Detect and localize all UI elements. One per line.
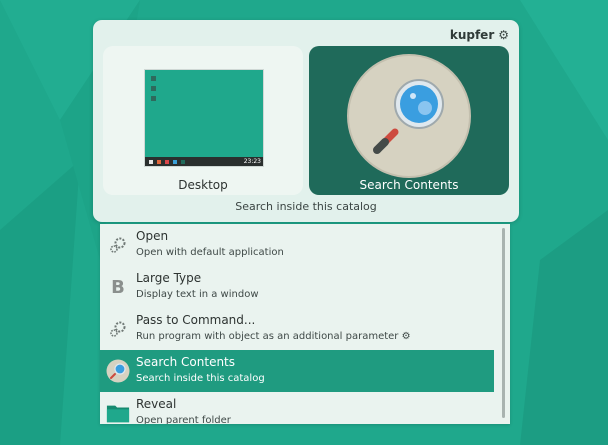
- app-brand: kupfer ⚙: [450, 28, 509, 42]
- list-item-title: Search Contents: [136, 355, 236, 369]
- bold-b-icon: B: [111, 276, 125, 298]
- list-item-title: Reveal: [136, 397, 177, 411]
- thumb-taskbar-icon: [149, 160, 153, 164]
- list-item-description: Open with default application: [136, 247, 284, 258]
- object-pane[interactable]: 23:23 Desktop: [103, 46, 303, 195]
- action-label: Search Contents: [359, 178, 459, 192]
- gear-icon[interactable]: ⚙: [498, 28, 509, 42]
- list-item-description: Display text in a window: [136, 289, 259, 300]
- list-item-description: Search inside this catalog: [136, 373, 265, 384]
- thumb-desktop-icon: [151, 96, 156, 101]
- thumb-desktop-icon: [151, 86, 156, 91]
- list-item-title: Pass to Command...: [136, 313, 256, 327]
- list-item-open[interactable]: Open Open with default application: [100, 224, 494, 266]
- folder-icon: [106, 401, 130, 424]
- list-item-description: Run program with object as an additional…: [136, 331, 411, 342]
- list-item-pass-to-command[interactable]: Pass to Command... Run program with obje…: [100, 308, 494, 350]
- gears-icon: [106, 233, 130, 257]
- magnifier-icon: [106, 359, 130, 383]
- desktop-thumbnail-icon: 23:23: [144, 69, 264, 167]
- action-list[interactable]: Open Open with default application B Lar…: [100, 224, 510, 424]
- thumb-taskbar-icon: [157, 160, 161, 164]
- selection-description: Search inside this catalog: [235, 200, 377, 213]
- list-item-large-type[interactable]: B Large Type Display text in a window: [100, 266, 494, 308]
- list-item-title: Large Type: [136, 271, 202, 285]
- thumb-taskbar-icon: [181, 160, 185, 164]
- thumb-taskbar-icon: [173, 160, 177, 164]
- magnifier-icon: [347, 54, 471, 178]
- object-label: Desktop: [178, 178, 228, 192]
- thumb-taskbar-icon: [165, 160, 169, 164]
- list-item-reveal[interactable]: Reveal Open parent folder: [100, 392, 494, 424]
- list-item-search-contents[interactable]: Search Contents Search inside this catal…: [100, 350, 494, 392]
- list-item-description: Open parent folder: [136, 415, 231, 424]
- action-pane[interactable]: Search Contents: [309, 46, 509, 195]
- list-item-title: Open: [136, 229, 169, 243]
- scrollbar-thumb[interactable]: [502, 228, 505, 418]
- launcher-window: kupfer ⚙ 23:23 Desktop Search Contents S…: [93, 20, 519, 222]
- app-name: kupfer: [449, 28, 495, 42]
- gears-icon: [106, 317, 130, 341]
- thumb-taskbar: 23:23: [145, 157, 263, 166]
- thumb-clock: 23:23: [243, 158, 261, 165]
- thumb-desktop-icon: [151, 76, 156, 81]
